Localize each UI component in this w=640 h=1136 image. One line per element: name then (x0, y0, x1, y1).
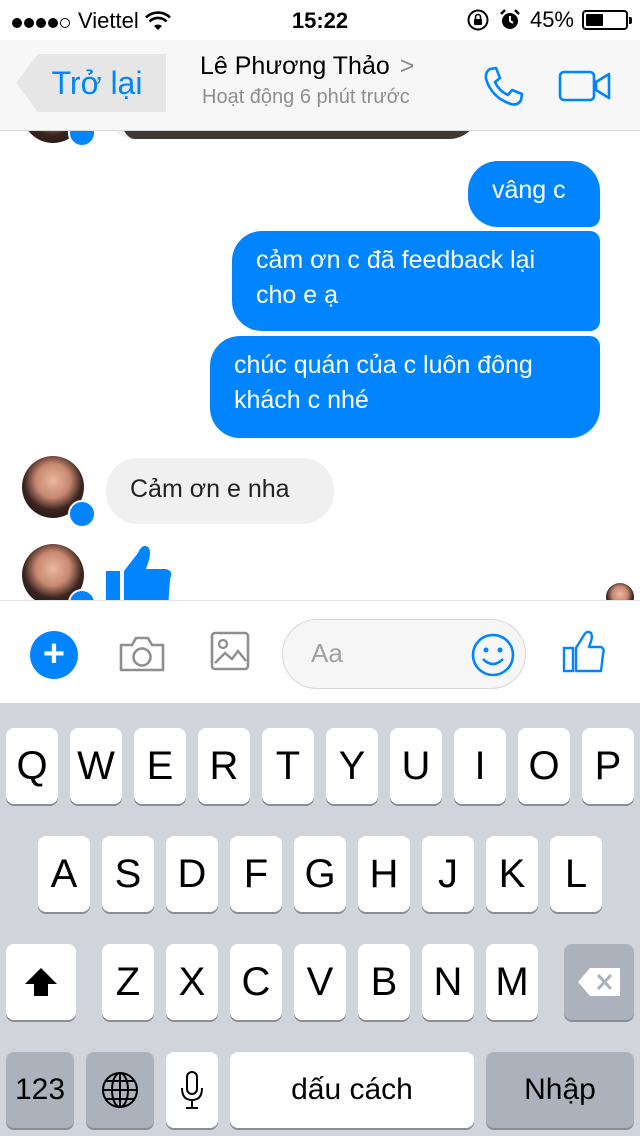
message-bubble-outgoing[interactable]: cảm ơn c đã feedback lại cho e ạ (232, 231, 600, 331)
key-o[interactable]: O (518, 728, 570, 804)
key-h[interactable]: H (358, 836, 410, 912)
alarm-icon (500, 9, 520, 29)
battery-icon (582, 10, 632, 30)
shift-key[interactable] (6, 944, 76, 1020)
key-r[interactable]: R (198, 728, 250, 804)
activity-status: Hoạt động 6 phút trước (202, 86, 410, 108)
key-s[interactable]: S (102, 836, 154, 912)
key-x[interactable]: X (166, 944, 218, 1020)
key-y[interactable]: Y (326, 728, 378, 804)
video-camera-icon[interactable] (558, 68, 612, 104)
message-bubble-outgoing[interactable]: chúc quán của c luôn đông khách c nhé (210, 336, 600, 438)
key-j[interactable]: J (422, 836, 474, 912)
photo-icon[interactable] (210, 631, 250, 671)
key-n[interactable]: N (422, 944, 474, 1020)
read-receipt-avatar (606, 583, 634, 601)
key-w[interactable]: W (70, 728, 122, 804)
key-b[interactable]: B (358, 944, 410, 1020)
contact-name: Lê Phương Thảo (200, 52, 390, 80)
key-u[interactable]: U (390, 728, 442, 804)
key-m[interactable]: M (486, 944, 538, 1020)
messenger-badge-icon (68, 131, 96, 147)
message-input-placeholder: Aa (311, 638, 343, 668)
previous-image-message[interactable] (105, 131, 479, 139)
key-p[interactable]: P (582, 728, 634, 804)
key-c[interactable]: C (230, 944, 282, 1020)
emoji-icon[interactable] (471, 633, 515, 677)
key-e[interactable]: E (134, 728, 186, 804)
back-button[interactable]: Trở lại (16, 54, 166, 112)
microphone-icon (181, 1071, 203, 1109)
key-g[interactable]: G (294, 836, 346, 912)
key-f[interactable]: F (230, 836, 282, 912)
key-d[interactable]: D (166, 836, 218, 912)
message-bubble-outgoing[interactable]: vâng c (468, 161, 600, 227)
numbers-key[interactable]: 123 (6, 1052, 74, 1128)
camera-icon[interactable] (118, 635, 166, 673)
message-list[interactable]: vâng c cảm ơn c đã feedback lại cho e ạ … (0, 131, 640, 601)
key-i[interactable]: I (454, 728, 506, 804)
key-a[interactable]: A (38, 836, 90, 912)
globe-key[interactable] (86, 1052, 154, 1128)
battery-percent: 45% (529, 7, 574, 32)
phone-icon[interactable] (480, 64, 526, 110)
conversation-header: Trở lại Lê Phương Thảo > Hoạt động 6 phút… (0, 40, 640, 131)
message-input[interactable]: Aa (282, 619, 526, 689)
message-bubble-incoming[interactable]: Cảm ơn e nha (106, 458, 334, 524)
shift-arrow-icon (25, 968, 57, 996)
backspace-icon (578, 968, 620, 996)
key-l[interactable]: L (550, 836, 602, 912)
key-z[interactable]: Z (102, 944, 154, 1020)
return-key[interactable]: Nhập (486, 1052, 634, 1128)
key-q[interactable]: Q (6, 728, 58, 804)
messenger-badge-icon (68, 500, 96, 528)
delete-key[interactable] (564, 944, 634, 1020)
key-v[interactable]: V (294, 944, 346, 1020)
contact-name-button[interactable]: Lê Phương Thảo > (200, 52, 450, 81)
space-key[interactable]: dấu cách (230, 1052, 474, 1128)
chevron-right-icon: > (399, 52, 415, 80)
globe-icon (102, 1072, 138, 1108)
rotation-lock-icon (467, 9, 489, 31)
status-bar: Viettel 15:22 45% (0, 0, 640, 40)
composer-bar: + Aa (0, 600, 640, 704)
keyboard: Q W E R T Y U I O P A S D F G H J K L Z … (0, 703, 640, 1136)
thumbs-up-icon[interactable] (104, 541, 174, 601)
plus-icon[interactable]: + (30, 631, 78, 679)
dictation-key[interactable] (166, 1052, 218, 1128)
status-right: 45% (466, 7, 632, 33)
thumbs-up-icon[interactable] (562, 629, 606, 673)
key-k[interactable]: K (486, 836, 538, 912)
key-t[interactable]: T (262, 728, 314, 804)
